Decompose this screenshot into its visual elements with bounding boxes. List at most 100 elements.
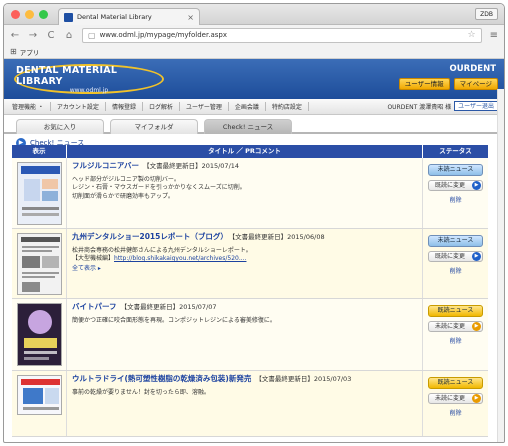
- favicon-icon: [64, 12, 73, 22]
- product-thumbnail[interactable]: [16, 303, 62, 366]
- logo-main-text: DENTAL MATERIAL LIBRARY: [16, 64, 118, 87]
- change-status-button[interactable]: 既読に変更 ▶: [428, 251, 483, 262]
- change-status-button[interactable]: 未読に変更 ▶: [428, 321, 483, 332]
- col-header-title: タイトル ／ PRコメント: [67, 145, 423, 158]
- header-buttons: ユーザー情報 マイページ: [398, 78, 498, 90]
- table-row: フルジルコニアバー 【文書最終更新日】2015/07/14 ヘッド部分がジルコニア…: [12, 158, 488, 229]
- news-title-link[interactable]: バイトパーフ: [72, 302, 117, 311]
- news-comment: ヘッド部分がジルコニア製の切削バー。 レジン・石膏・マウスガードを引っかかりなく…: [72, 176, 417, 202]
- change-label: 未読に変更: [435, 323, 466, 330]
- back-icon[interactable]: ←: [10, 30, 20, 41]
- profile-button[interactable]: ZDB: [475, 8, 498, 20]
- status-cell: 未読ニュース 既読に変更 ▶ 削除: [423, 158, 488, 228]
- thumbnail-graphic: [20, 166, 60, 216]
- news-content: 九州デンタルショー2015レポート（ブログ） 【文書最終更新日】2015/06/0…: [67, 229, 423, 298]
- news-content: ウルトラドライ(熱可塑性樹脂の乾燥済み包装)新発売 【文書最終更新日】2015/0…: [67, 371, 423, 436]
- page-tabs: お気に入り マイフォルダ Check! ニュース: [4, 115, 504, 134]
- thumbnail-graphic: [20, 237, 60, 292]
- delete-link[interactable]: 削除: [449, 195, 461, 204]
- news-comment: 事前の乾燥が要りません！封を切ったら即、溶融。: [72, 389, 417, 398]
- admin-nav-item[interactable]: 企画会議: [229, 102, 266, 111]
- admin-nav-item[interactable]: アカウント設定: [51, 102, 106, 111]
- browser-tab[interactable]: Dental Material Library ×: [58, 8, 200, 25]
- apps-grid-icon[interactable]: ⊞: [10, 47, 17, 56]
- news-title-link[interactable]: ウルトラドライ(熱可塑性樹脂の乾燥済み包装)新発売: [72, 374, 251, 383]
- tab-close-icon[interactable]: ×: [187, 13, 194, 22]
- admin-nav-item[interactable]: 管理機能 ・: [10, 102, 51, 111]
- change-status-button[interactable]: 未読に変更 ▶: [428, 393, 483, 404]
- comment-line: 簡便かつ正確に咬合面形態を再現。コンポジットレジンによる審美修復に。: [72, 316, 276, 324]
- delete-link[interactable]: 削除: [449, 336, 461, 345]
- table-header: 表示 タイトル ／ PRコメント ステータス: [12, 145, 488, 158]
- news-comment: 松井商会専務の松井健郎さんによる九州デンタルショーレポート。 【大型機械編】ht…: [72, 247, 417, 274]
- user-name: OURDENT 渡澤貴昭 様: [387, 103, 452, 111]
- status-badge[interactable]: 既読ニュース: [428, 305, 483, 317]
- thumbnail-cell: [12, 229, 67, 298]
- arrow-right-icon: ▶: [472, 252, 481, 261]
- product-thumbnail[interactable]: [16, 375, 62, 415]
- delete-link[interactable]: 削除: [449, 408, 461, 417]
- status-badge[interactable]: 未読ニュース: [428, 164, 483, 176]
- mypage-button[interactable]: マイページ: [453, 78, 498, 90]
- bookmarks-bar: ⊞ アプリ: [4, 45, 504, 59]
- tab-favorites[interactable]: お気に入り: [16, 119, 104, 134]
- thumbnail-cell: [12, 299, 67, 370]
- news-updated: 【文書最終更新日】2015/07/03: [255, 375, 352, 383]
- comment-line: 切削面が滑らかで研磨効率もアップ。: [72, 192, 174, 200]
- browser-menu-icon[interactable]: ≡: [490, 30, 498, 41]
- blog-link[interactable]: http://blog.shikakaigyou.net/archives/52…: [114, 255, 246, 262]
- delete-link[interactable]: 削除: [449, 266, 461, 275]
- change-label: 既読に変更: [435, 253, 466, 260]
- change-status-button[interactable]: 既読に変更 ▶: [428, 180, 483, 191]
- admin-nav-item[interactable]: ユーザー管理: [180, 102, 229, 111]
- logo-sub-text: www.odml.jp: [69, 86, 109, 94]
- admin-nav-item[interactable]: 特約店設定: [266, 102, 309, 111]
- browser-toolbar: ← → C ⌂ ▢ www.odml.jp/mypage/myfolder.as…: [4, 25, 504, 45]
- site-logo[interactable]: DENTAL MATERIAL LIBRARY www.odml.jp: [14, 64, 164, 94]
- bookmark-star-icon[interactable]: ☆: [468, 30, 476, 40]
- admin-nav-item[interactable]: 情報登録: [106, 102, 143, 111]
- tab-myfolder[interactable]: マイフォルダ: [110, 119, 198, 134]
- minimize-window-icon[interactable]: [25, 10, 34, 19]
- status-badge[interactable]: 未読ニュース: [428, 235, 483, 247]
- url-text[interactable]: www.odml.jp/mypage/myfolder.aspx: [100, 31, 464, 39]
- thumbnail-graphic: [20, 379, 60, 410]
- news-content: フルジルコニアバー 【文書最終更新日】2015/07/14 ヘッド部分がジルコニア…: [67, 158, 423, 228]
- change-label: 既読に変更: [435, 182, 466, 189]
- close-window-icon[interactable]: [11, 10, 20, 19]
- maximize-window-icon[interactable]: [39, 10, 48, 19]
- logout-button[interactable]: ユーザー退出: [454, 101, 498, 111]
- reload-icon[interactable]: C: [46, 30, 56, 41]
- admin-nav: 管理機能 ・ アカウント設定 情報登録 ログ解析 ユーザー管理 企画会議 特約店…: [4, 99, 504, 115]
- news-title-link[interactable]: フルジルコニアバー: [72, 161, 139, 170]
- status-cell: 既読ニュース 未読に変更 ▶ 削除: [423, 371, 488, 436]
- address-bar[interactable]: ▢ www.odml.jp/mypage/myfolder.aspx ☆: [82, 27, 482, 43]
- apps-bookmark[interactable]: アプリ: [20, 47, 40, 57]
- product-thumbnail[interactable]: [16, 162, 62, 225]
- news-updated: 【文書最終更新日】2015/07/07: [120, 303, 217, 311]
- arrow-right-icon: ▶: [472, 322, 481, 331]
- arrow-right-icon: ▶: [472, 181, 481, 190]
- window-controls: [11, 10, 48, 19]
- home-icon[interactable]: ⌂: [64, 30, 74, 41]
- product-thumbnail[interactable]: [16, 233, 62, 295]
- news-updated: 【文書最終更新日】2015/07/14: [143, 162, 240, 170]
- admin-nav-item[interactable]: ログ解析: [143, 102, 180, 111]
- col-header-status: ステータス: [439, 147, 472, 155]
- table-row: バイトパーフ 【文書最終更新日】2015/07/07 簡便かつ正確に咬合面形態を再…: [12, 299, 488, 371]
- show-all-link[interactable]: 全て表示 ▸: [72, 265, 417, 274]
- forward-icon[interactable]: →: [28, 30, 38, 41]
- comment-line: 【大型機械編】http://blog.shikakaigyou.net/arch…: [72, 255, 417, 264]
- news-title-link[interactable]: 九州デンタルショー2015レポート（ブログ）: [72, 232, 228, 241]
- scrollbar[interactable]: [497, 89, 504, 442]
- tab-check-news[interactable]: Check! ニュース: [204, 119, 292, 134]
- thumbnail-cell: [12, 158, 67, 228]
- user-info-button[interactable]: ユーザー情報: [398, 78, 450, 90]
- thumbnail-cell: [12, 371, 67, 436]
- comment-line: ヘッド部分がジルコニア製の切削バー。: [72, 175, 180, 183]
- news-table: 表示 タイトル ／ PRコメント ステータス フルジルコニアバー 【文書最終更新日…: [12, 145, 488, 437]
- status-badge[interactable]: 既読ニュース: [428, 377, 483, 389]
- thumbnail-graphic: [23, 310, 57, 360]
- site-header: DENTAL MATERIAL LIBRARY www.odml.jp OURD…: [4, 59, 504, 99]
- tab-title: Dental Material Library: [77, 13, 152, 21]
